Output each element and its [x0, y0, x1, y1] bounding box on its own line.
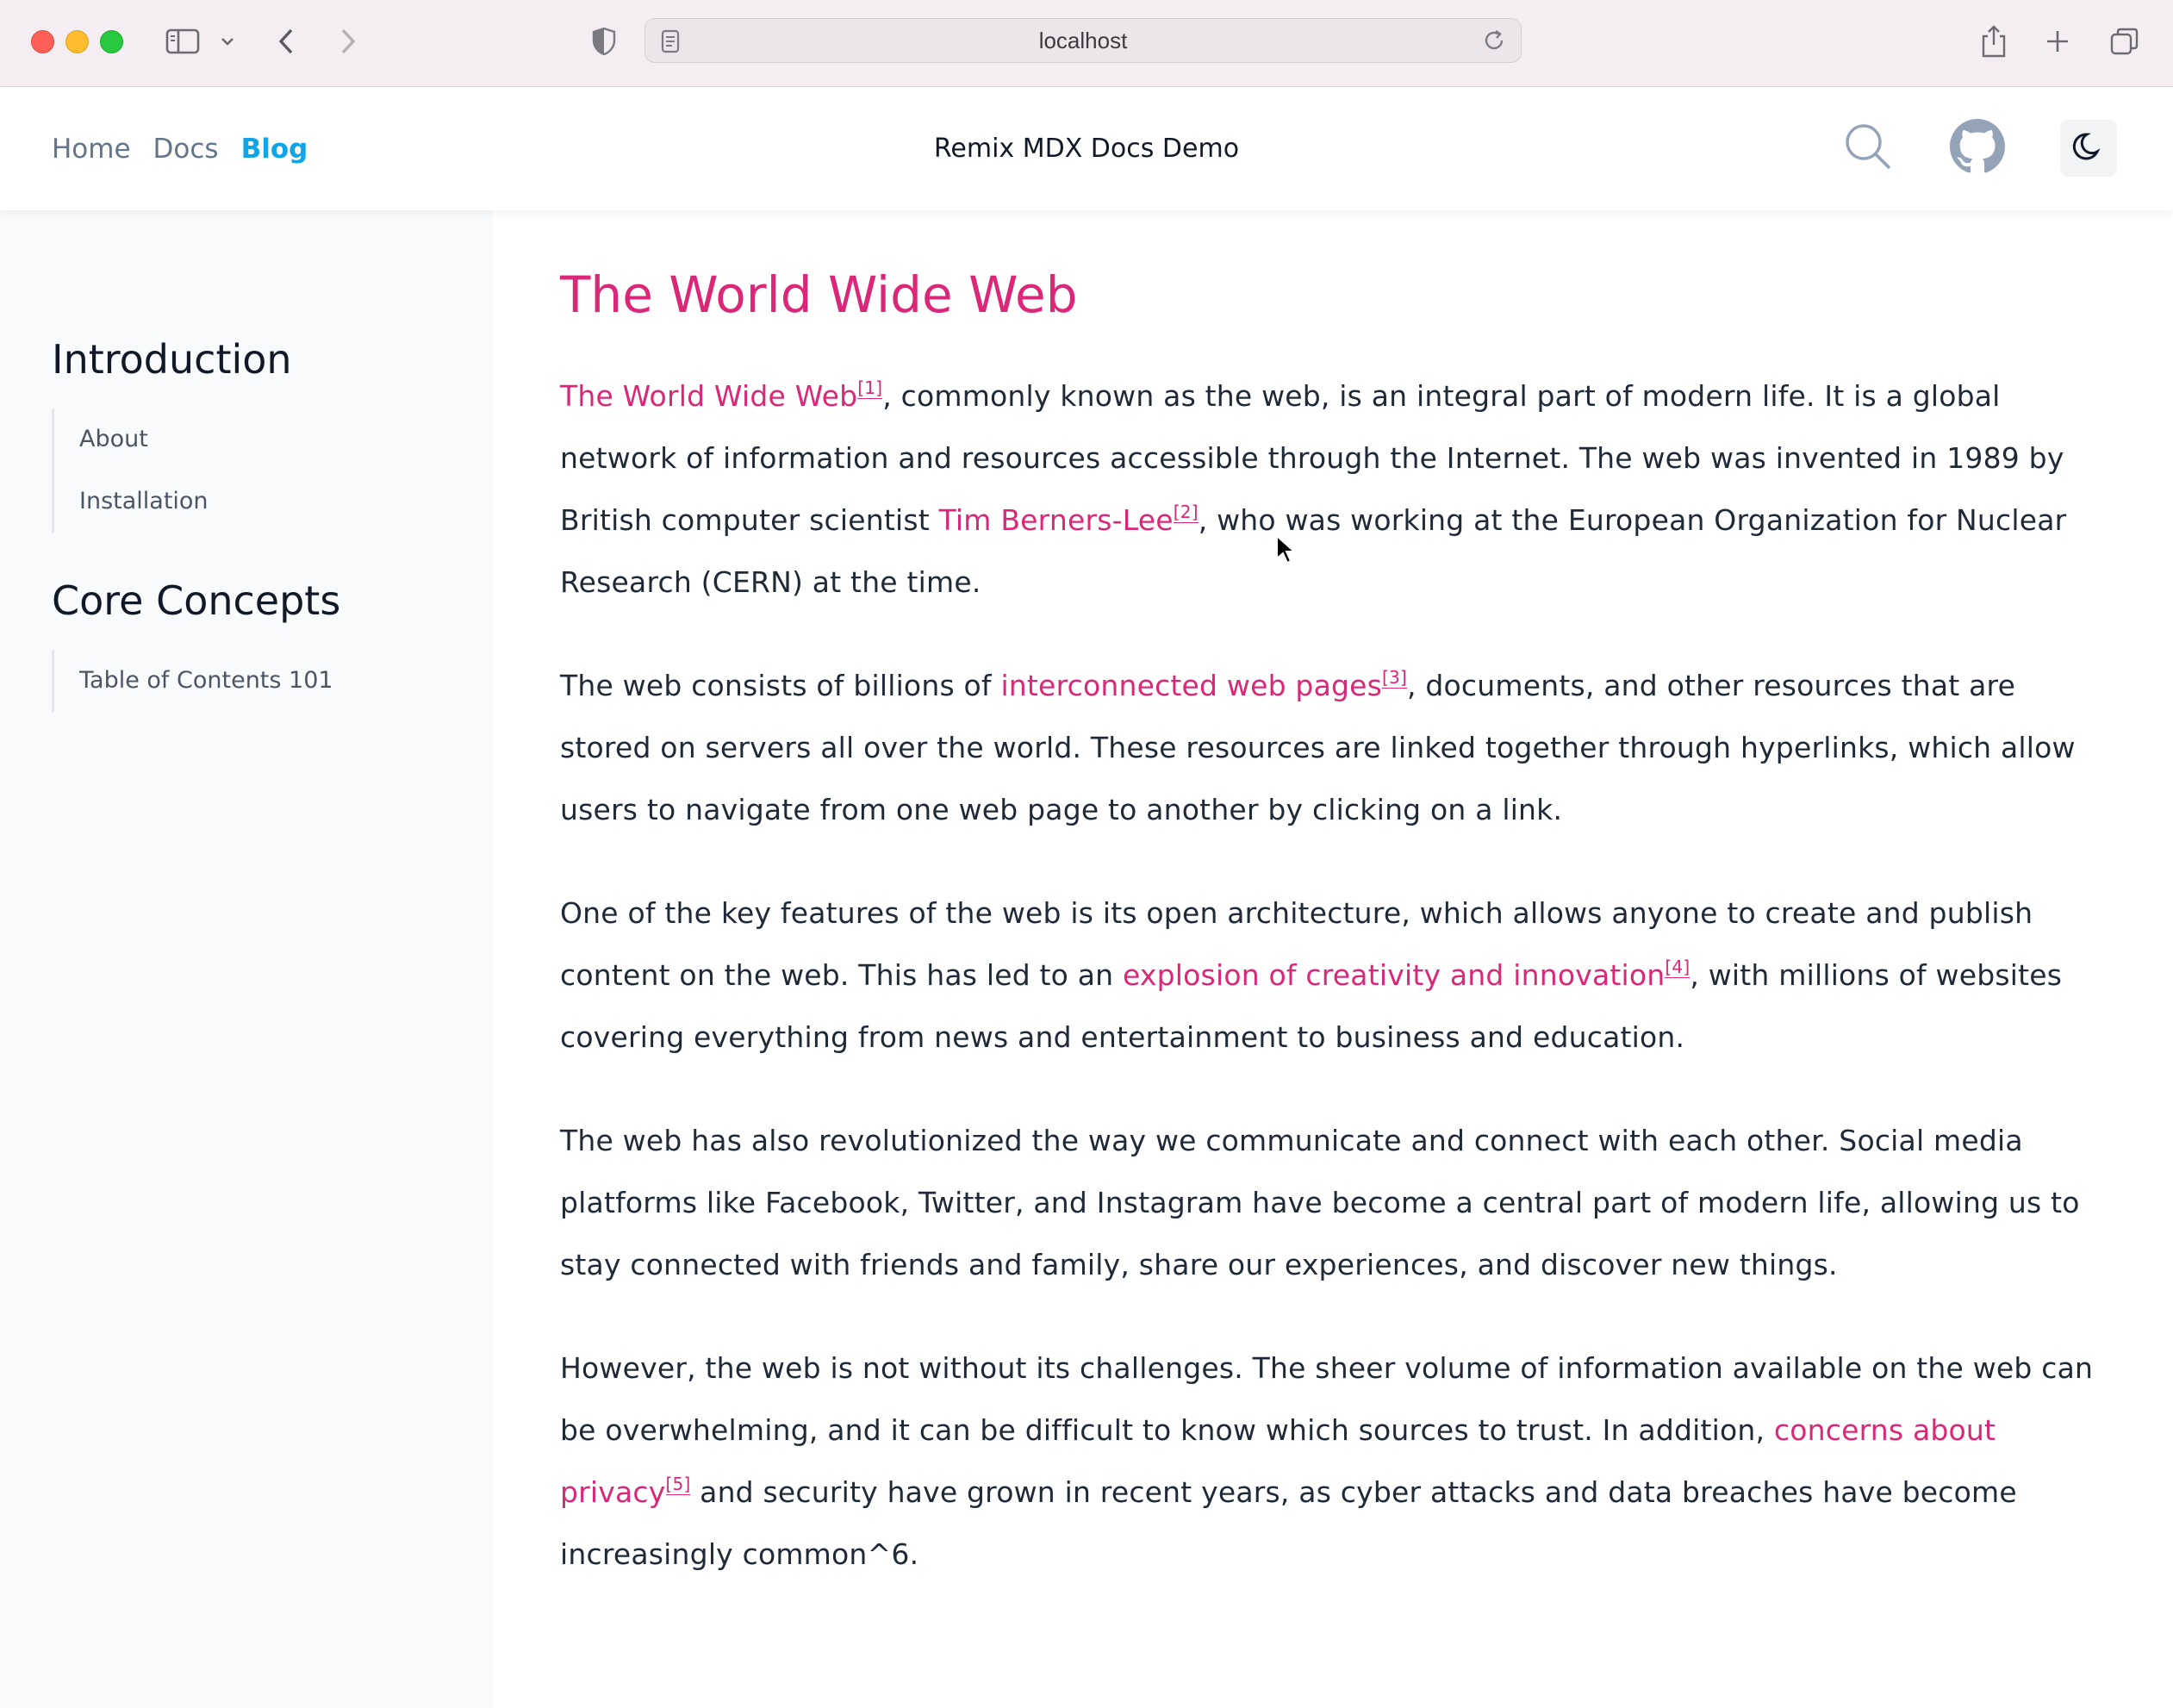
paragraph: The World Wide Web[1], commonly known as…	[560, 365, 2102, 614]
paragraph: One of the key features of the web is it…	[560, 882, 2102, 1069]
sidebar-list: Table of Contents 101	[52, 650, 340, 712]
footnote-3-link[interactable]: [3]	[1382, 666, 1407, 689]
moon-icon	[2071, 129, 2106, 167]
privacy-shield-icon[interactable]	[589, 24, 619, 59]
sidebar-item-about[interactable]: About	[54, 408, 292, 471]
minimize-window-button[interactable]	[65, 30, 89, 53]
main-nav: Home Docs Blog	[52, 87, 308, 210]
theme-toggle-button[interactable]	[2060, 120, 2117, 177]
sidebar-item-table-of-contents[interactable]: Table of Contents 101	[54, 650, 340, 712]
browser-toolbar: localhost	[0, 0, 2173, 87]
chevron-down-icon[interactable]	[217, 24, 238, 59]
mouse-pointer-icon	[1275, 533, 1298, 569]
footnote-ref: [2]	[1173, 501, 1199, 523]
paragraph: The web has also revolutionized the way …	[560, 1110, 2102, 1296]
github-link[interactable]	[1949, 119, 2006, 178]
paragraph: The web consists of billions of intercon…	[560, 655, 2102, 841]
footnote-1-link[interactable]: [1]	[857, 377, 883, 399]
nav-docs-link[interactable]: Docs	[153, 134, 219, 165]
github-icon	[1950, 119, 2005, 178]
sidebar-section-core-concepts: Core Concepts Table of Contents 101	[52, 577, 340, 712]
footnote-5-link[interactable]: [5]	[665, 1473, 691, 1495]
paragraph-text: The web consists of billions of	[560, 668, 1001, 702]
forward-arrow-icon[interactable]	[334, 24, 362, 59]
zoom-window-button[interactable]	[100, 30, 123, 53]
url-text: localhost	[1038, 27, 1128, 53]
explosion-of-creativity-link[interactable]: explosion of creativity and innovation	[1123, 958, 1665, 992]
docs-sidebar: Introduction About Installation Core Con…	[0, 210, 493, 1708]
share-icon[interactable]	[1978, 24, 2009, 59]
sidebar-heading: Introduction	[52, 336, 292, 383]
sidebar-section-introduction: Introduction About Installation	[52, 336, 292, 533]
tim-berners-lee-link[interactable]: Tim Berners-Lee	[939, 503, 1174, 537]
new-tab-icon[interactable]	[2042, 24, 2073, 59]
footnote-4-link[interactable]: [4]	[1665, 956, 1690, 978]
search-button[interactable]	[1840, 120, 1896, 177]
tab-overview-icon[interactable]	[2108, 24, 2142, 59]
sidebar-toggle-icon[interactable]	[164, 24, 202, 59]
paragraph-text: and security have grown in recent years,…	[560, 1474, 2017, 1571]
sidebar-list: About Installation	[52, 408, 292, 533]
back-arrow-icon[interactable]	[272, 24, 300, 59]
reload-icon[interactable]	[1481, 28, 1507, 57]
article: The World Wide Web The World Wide Web[1]…	[560, 210, 2102, 1586]
footnote-2-link[interactable]: [2]	[1173, 501, 1199, 523]
footnote-ref: [3]	[1382, 666, 1407, 689]
sidebar-heading: Core Concepts	[52, 577, 341, 624]
footnote-ref: [4]	[1665, 956, 1690, 978]
paragraph-text: The web has also revolutionized the way …	[560, 1123, 2080, 1281]
footnote-ref: [5]	[665, 1473, 691, 1495]
address-bar[interactable]: localhost	[644, 18, 1522, 63]
close-window-button[interactable]	[31, 30, 54, 53]
paragraph: However, the web is not without its chal…	[560, 1337, 2102, 1586]
nav-blog-link[interactable]: Blog	[241, 134, 308, 165]
interconnected-web-pages-link[interactable]: interconnected web pages	[1000, 669, 1382, 702]
site-header: Home Docs Blog Remix MDX Docs Demo	[0, 87, 2173, 210]
footnote-ref: [1]	[857, 377, 883, 399]
world-wide-web-link[interactable]: The World Wide Web	[560, 379, 857, 413]
sidebar-item-installation[interactable]: Installation	[54, 471, 292, 533]
page-title: The World Wide Web	[560, 265, 1078, 324]
nav-home-link[interactable]: Home	[52, 134, 131, 165]
search-icon	[1843, 122, 1893, 175]
